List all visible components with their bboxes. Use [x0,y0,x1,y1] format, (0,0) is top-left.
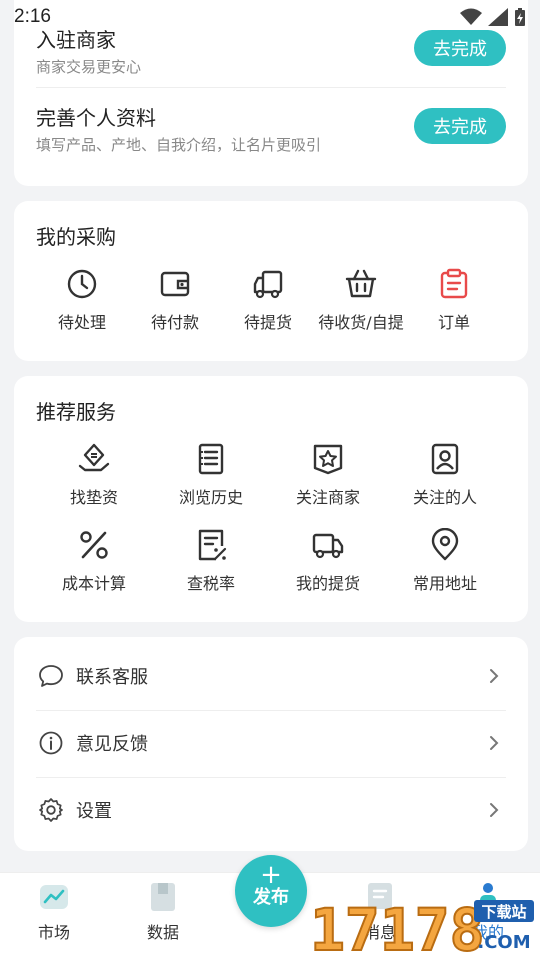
divider [36,87,506,88]
purchase-label: 待收货/自提 [318,313,404,332]
truck-icon [253,270,283,299]
data-icon [151,883,175,911]
service-label: 我的提货 [295,574,360,593]
location-icon [431,527,459,561]
task-title: 完善个人资料 [36,106,156,130]
chevron-right-icon [490,736,499,750]
purchase-label: 订单 [437,313,470,332]
history-icon [198,443,224,475]
service-label: 关注商家 [295,488,360,507]
chat-icon [39,665,63,687]
feedback-row[interactable]: 意见反馈 [36,710,506,776]
service-label: 查税率 [186,574,235,593]
purchase-unpaid[interactable]: 待付款 [125,267,225,335]
row-label: 联系客服 [76,667,148,688]
purchase-to-pickup[interactable]: 待提货 [218,267,318,335]
battery-icon [515,8,525,26]
purchase-title: 我的采购 [36,225,116,249]
tax-icon [198,529,227,561]
purchase-to-receive[interactable]: 待收货/自提 [311,267,411,335]
service-followed-people[interactable]: 关注的人 [395,442,495,510]
watermark-sub-top: 下载站 [481,903,526,921]
contact-support-row[interactable]: 联系客服 [36,643,506,709]
publish-button[interactable]: + 发布 [235,855,307,927]
person-icon [431,443,459,475]
nav-label: 市场 [37,923,70,942]
settings-card: 联系客服 意见反馈 设置 [14,637,528,851]
market-icon [40,885,68,909]
chevron-right-icon [490,669,499,683]
wallet-icon [160,271,190,297]
service-my-pickup[interactable]: 我的提货 [278,528,378,596]
clock-icon [67,269,97,299]
service-followed-merchants[interactable]: 关注商家 [278,442,378,510]
task-profile: 完善个人资料 填写产品、产地、自我介绍，让名片更吸引 去完成 [36,96,506,172]
service-label: 关注的人 [412,488,477,507]
purchase-label: 待处理 [57,313,106,332]
watermark-number: 17178 [310,896,485,958]
info-icon [39,731,63,755]
status-time: 2:16 [14,6,51,27]
settings-row[interactable]: 设置 [36,777,506,843]
funding-icon [78,443,110,472]
system-icons [460,7,526,27]
service-label: 常用地址 [412,574,477,593]
purchase-label: 待付款 [150,313,199,332]
service-history[interactable]: 浏览历史 [161,442,261,510]
services-card: 推荐服务 找垫资 浏览历史 关注商家 关注的人 成本计算 查税率 我的提货 常用… [14,376,528,622]
watermark-sub-bottom: .COM [477,932,530,953]
wifi-icon [460,8,482,25]
service-addresses[interactable]: 常用地址 [395,527,495,596]
site-watermark-logo: 17178 下载站 .COM [310,896,534,958]
status-bar: 2:16 [0,0,540,34]
publish-label: 发布 [253,887,289,908]
service-label: 浏览历史 [178,488,243,507]
gear-icon [39,798,63,822]
task-subtitle: 商家交易更安心 [36,58,142,76]
row-label: 意见反馈 [76,734,148,755]
service-tax-rate[interactable]: 查税率 [161,528,261,596]
plus-icon: + [260,860,282,890]
basket-icon [345,269,377,298]
star-shop-icon [313,444,343,475]
signal-icon [488,8,508,26]
nav-market[interactable]: 市场 [14,881,94,943]
nav-data[interactable]: 数据 [123,881,203,943]
purchase-orders[interactable]: 订单 [404,267,504,335]
service-cost-calc[interactable]: 成本计算 [44,528,144,596]
delivery-icon [312,533,344,559]
complete-merchant-button[interactable]: 去完成 [414,30,506,66]
clipboard-icon [440,268,468,299]
purchase-pending[interactable]: 待处理 [32,267,132,335]
purchase-card: 我的采购 待处理 待付款 待提货 待收货/自提 订单 [14,201,528,361]
chevron-right-icon [490,803,499,817]
nav-label: 数据 [146,923,179,942]
service-funding[interactable]: 找垫资 [44,442,144,510]
service-label: 成本计算 [61,574,126,593]
complete-profile-button[interactable]: 去完成 [414,108,506,144]
purchase-label: 待提货 [243,313,292,332]
row-label: 设置 [76,801,112,822]
services-title: 推荐服务 [36,400,116,424]
percent-icon [80,531,108,559]
task-subtitle: 填写产品、产地、自我介绍，让名片更吸引 [36,136,322,154]
service-label: 找垫资 [69,488,118,507]
